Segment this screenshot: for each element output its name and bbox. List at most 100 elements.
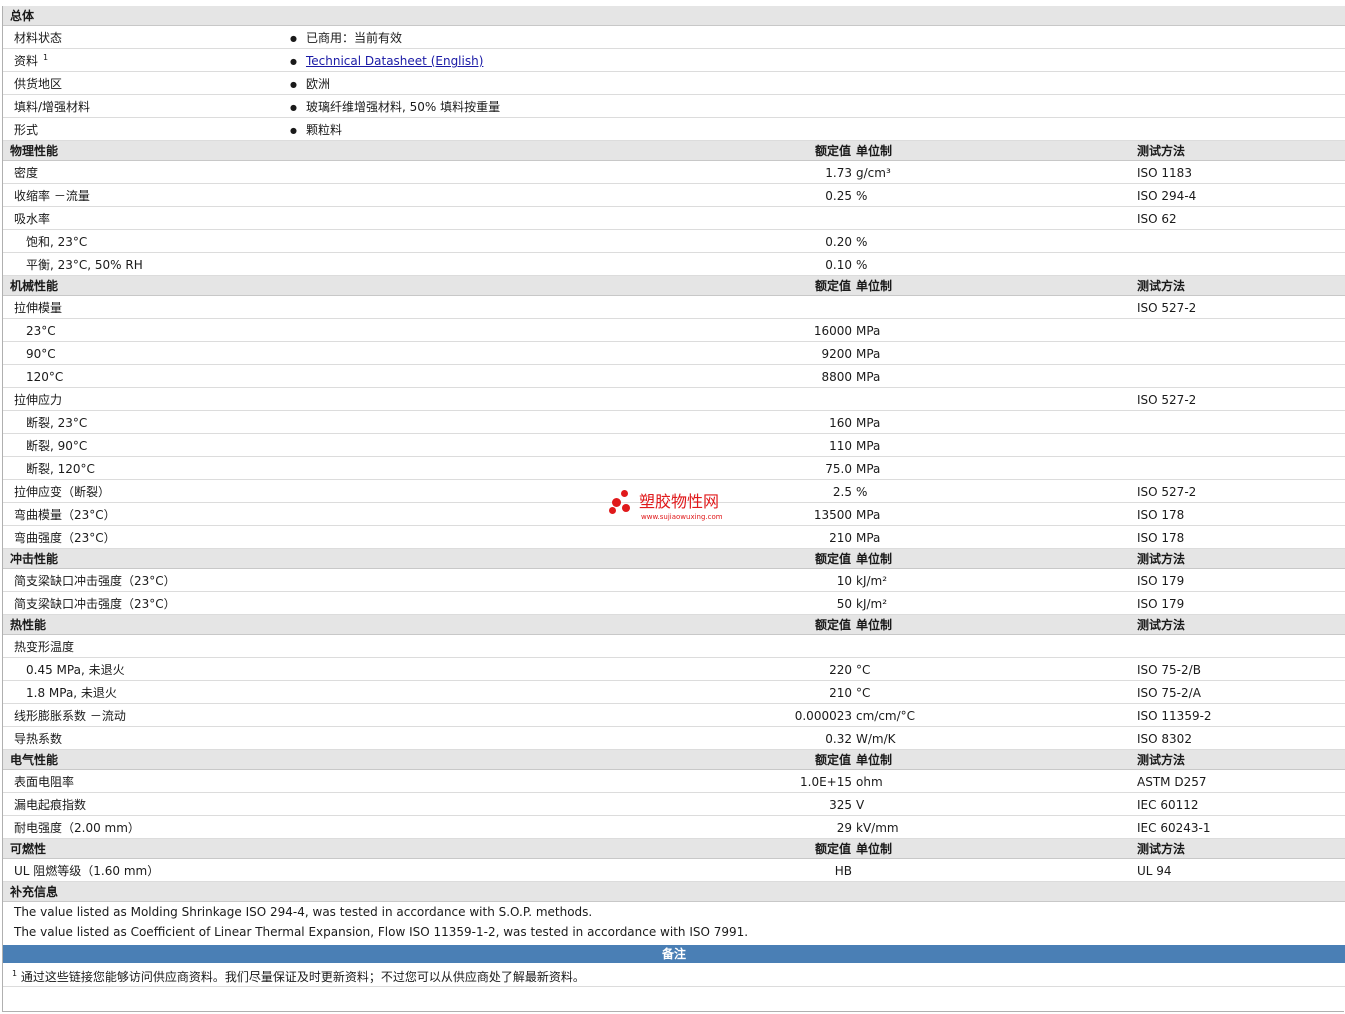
property-value: 110 xyxy=(829,439,852,453)
property-label: 弯曲模量（23°C） xyxy=(14,508,116,522)
section-header: 冲击性能 额定值 单位制 测试方法 xyxy=(3,549,1345,569)
section-title: 可燃性 xyxy=(10,842,47,856)
property-unit: % xyxy=(856,235,868,249)
test-method: ISO 8302 xyxy=(1137,732,1192,746)
table-row: 密度 1.73 g/cm³ ISO 1183 xyxy=(3,161,1345,184)
table-row: 漏电起痕指数 325 V IEC 60112 xyxy=(3,793,1345,816)
col-header-value: 额定值 xyxy=(814,144,851,158)
table-row: 饱和, 23°C 0.20% xyxy=(3,230,1345,253)
property-label: 表面电阻率 xyxy=(14,775,75,789)
test-method: ISO 75-2/B xyxy=(1137,663,1201,677)
property-unit: kV/mm xyxy=(856,821,899,835)
property-label: 断裂, 23°C xyxy=(26,416,88,430)
col-header-unit: 单位制 xyxy=(856,842,893,856)
test-method: ISO 1183 xyxy=(1137,166,1192,180)
col-header-unit: 单位制 xyxy=(856,144,893,158)
logo-dot xyxy=(622,504,630,512)
property-unit: % xyxy=(856,189,868,203)
property-label: 简支梁缺口冲击强度（23°C） xyxy=(14,597,176,611)
col-header-method: 测试方法 xyxy=(1137,618,1186,632)
table-row: 断裂, 90°C 110 MPa xyxy=(3,434,1345,457)
property-label: 耐电强度（2.00 mm） xyxy=(14,821,140,835)
property-value: 50 xyxy=(836,597,852,611)
test-method: ISO 178 xyxy=(1137,531,1185,545)
watermark-logo: 塑胶物性网 www.sujiaowuxing.com xyxy=(609,489,749,523)
property-label: 平衡, 23°C, 50% RH xyxy=(26,258,143,272)
col-header-method: 测试方法 xyxy=(1137,279,1186,293)
property-label: 供货地区 xyxy=(14,77,63,91)
table-row: 材料状态 已商用：当前有效 xyxy=(3,26,1345,49)
col-header-unit: 单位制 xyxy=(856,753,893,767)
bullet-value: Technical Datasheet (English) xyxy=(290,54,483,70)
section-header: 机械性能 额定值 单位制 测试方法 xyxy=(3,276,1345,296)
section-title: 电气性能 xyxy=(10,753,59,767)
table-row: 拉伸应力 ISO 527-2 xyxy=(3,388,1345,411)
property-label: 饱和, 23°C xyxy=(26,235,88,249)
datasheet-link[interactable]: Technical Datasheet (English) xyxy=(306,54,483,68)
property-value: 75.0 xyxy=(825,462,852,476)
table-row: 吸水率 ISO 62 xyxy=(3,207,1345,230)
property-label: 120°C xyxy=(26,370,64,384)
value-text: 玻璃纤维增强材料, 50% 填料按重量 xyxy=(305,100,501,114)
bullet-value: 已商用：当前有效 xyxy=(290,31,402,47)
property-label: 资料 xyxy=(14,54,39,68)
table-row: 1.8 MPa, 未退火 210 °C ISO 75-2/A xyxy=(3,681,1345,704)
property-label: UL 阻燃等级（1.60 mm） xyxy=(14,864,160,878)
watermark-url: www.sujiaowuxing.com xyxy=(641,513,723,521)
test-method: ISO 527-2 xyxy=(1137,301,1197,315)
property-label: 形式 xyxy=(14,123,39,137)
test-method: ISO 11359-2 xyxy=(1137,709,1212,723)
property-unit: V xyxy=(856,798,865,812)
test-method: IEC 60243-1 xyxy=(1137,821,1211,835)
test-method: ISO 62 xyxy=(1137,212,1177,226)
property-value: 2.5 xyxy=(832,485,852,499)
property-label: 线形膨胀系数 －流动 xyxy=(14,709,126,723)
property-label: 密度 xyxy=(14,166,39,180)
table-row: 资料1Technical Datasheet (English) xyxy=(3,49,1345,72)
property-unit: MPa xyxy=(856,347,881,361)
property-label: 漏电起痕指数 xyxy=(14,798,87,812)
section-header: 热性能 额定值 单位制 测试方法 xyxy=(3,615,1345,635)
property-value: 0.000023 xyxy=(794,709,852,723)
property-unit: MPa xyxy=(856,416,881,430)
property-unit: MPa xyxy=(856,531,881,545)
property-unit: % xyxy=(856,258,868,272)
property-label: 断裂, 120°C xyxy=(26,462,95,476)
test-method: UL 94 xyxy=(1137,864,1172,878)
table-row: 120°C 8800 MPa xyxy=(3,365,1345,388)
table-row: 拉伸模量 ISO 527-2 xyxy=(3,296,1345,319)
bullet-value: 颗粒料 xyxy=(290,123,342,139)
property-unit: kJ/m² xyxy=(856,574,888,588)
test-method: IEC 60112 xyxy=(1137,798,1199,812)
col-header-method: 测试方法 xyxy=(1137,753,1186,767)
test-method: ISO 179 xyxy=(1137,597,1185,611)
table-row: 简支梁缺口冲击强度（23°C） 10 kJ/m² ISO 179 xyxy=(3,569,1345,592)
table-row: 填料/增强材料 玻璃纤维增强材料, 50% 填料按重量 xyxy=(3,95,1345,118)
section-title: 热性能 xyxy=(10,618,47,632)
col-header-value: 额定值 xyxy=(814,618,851,632)
property-unit: ohm xyxy=(856,775,883,789)
table-row: UL 阻燃等级（1.60 mm） HB UL 94 xyxy=(3,859,1345,882)
property-unit: cm/cm/°C xyxy=(856,709,916,723)
property-label: 材料状态 xyxy=(14,31,63,45)
property-unit: °C xyxy=(856,686,871,700)
table-row: 弯曲强度（23°C） 210 MPa ISO 178 xyxy=(3,526,1345,549)
property-value: 10 xyxy=(836,574,852,588)
supplementary-note: The value listed as Molding Shrinkage IS… xyxy=(3,902,1345,922)
table-row: 表面电阻率 1.0E+15 ohm ASTM D257 xyxy=(3,770,1345,793)
note-text: The value listed as Molding Shrinkage IS… xyxy=(14,905,593,919)
test-method: ISO 75-2/A xyxy=(1137,686,1201,700)
property-label: 90°C xyxy=(26,347,56,361)
remarks-row: 1 通过这些链接您能够访问供应商资料。我们尽量保证及时更新资料；不过您可以从供应… xyxy=(3,965,1345,987)
section-title: 冲击性能 xyxy=(10,552,59,566)
logo-dot xyxy=(612,498,621,507)
table-row: 热变形温度 xyxy=(3,635,1345,658)
section-title: 总体 xyxy=(10,9,35,23)
property-value: 29 xyxy=(836,821,852,835)
property-unit: kJ/m² xyxy=(856,597,888,611)
table-row: 0.45 MPa, 未退火 220 °C ISO 75-2/B xyxy=(3,658,1345,681)
table-row: 形式 颗粒料 xyxy=(3,118,1345,141)
value-text: 颗粒料 xyxy=(305,123,342,137)
remarks-text: 1 通过这些链接您能够访问供应商资料。我们尽量保证及时更新资料；不过您可以从供应… xyxy=(12,970,585,985)
col-header-value: 额定值 xyxy=(814,552,851,566)
